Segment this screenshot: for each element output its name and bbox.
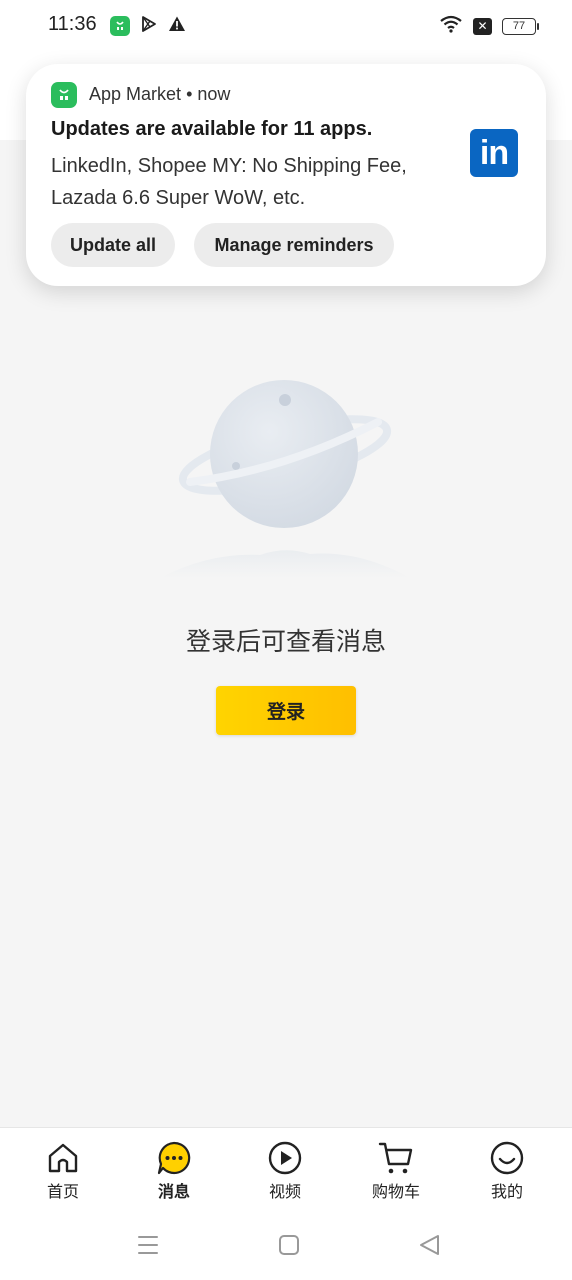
tab-home-label: 首页 xyxy=(46,1182,79,1201)
manage-reminders-button[interactable]: Manage reminders xyxy=(194,223,394,267)
notification-body: LinkedIn, Shopee MY: No Shipping Fee, La… xyxy=(51,155,407,209)
notification-time: now xyxy=(197,84,231,104)
video-icon xyxy=(268,1141,302,1175)
message-icon xyxy=(157,1141,191,1175)
tab-profile-label: 我的 xyxy=(490,1182,523,1201)
tab-cart-label: 购物车 xyxy=(371,1182,420,1201)
update-all-button[interactable]: Update all xyxy=(51,223,175,267)
notification-source: App Market • now xyxy=(89,84,230,105)
notification-title: Updates are available for 11 apps. xyxy=(51,118,373,140)
app-market-icon xyxy=(51,82,77,108)
empty-state-message: 登录后可查看消息 xyxy=(185,627,386,656)
home-icon xyxy=(48,1143,78,1173)
tab-messages-label: 消息 xyxy=(157,1182,190,1201)
battery-icon: 77 xyxy=(502,17,539,35)
app-market-icon xyxy=(110,16,130,36)
tab-profile[interactable]: 我的 xyxy=(462,1140,552,1204)
no-sim-icon: ✕ xyxy=(473,17,492,35)
warning-icon xyxy=(168,15,186,37)
back-nav-icon[interactable] xyxy=(418,1233,442,1261)
profile-icon xyxy=(490,1141,524,1175)
play-store-icon xyxy=(140,15,158,37)
cart-icon xyxy=(378,1142,413,1174)
wifi-icon xyxy=(439,15,463,37)
tab-messages[interactable]: 消息 xyxy=(129,1140,219,1204)
status-bar: 11:36 ✕ 77 xyxy=(0,0,572,52)
tab-video-label: 视频 xyxy=(268,1182,301,1201)
update-notification[interactable]: App Market • now Updates are available f… xyxy=(26,64,546,286)
bottom-tab-bar: 首页 消息 视频 购物车 我的 xyxy=(0,1127,572,1215)
status-time: 11:36 xyxy=(48,13,97,35)
linkedin-logo-icon: in xyxy=(470,129,518,177)
menu-nav-icon[interactable] xyxy=(136,1233,160,1261)
notification-separator: • xyxy=(186,84,193,104)
system-nav-bar xyxy=(0,1215,572,1280)
tab-home[interactable]: 首页 xyxy=(18,1140,108,1204)
login-button[interactable]: 登录 xyxy=(216,686,356,735)
tab-cart[interactable]: 购物车 xyxy=(351,1140,441,1204)
empty-planet-illustration xyxy=(150,370,420,590)
tab-video[interactable]: 视频 xyxy=(240,1140,330,1204)
notification-app-name: App Market xyxy=(89,84,182,104)
home-nav-icon[interactable] xyxy=(277,1233,301,1261)
